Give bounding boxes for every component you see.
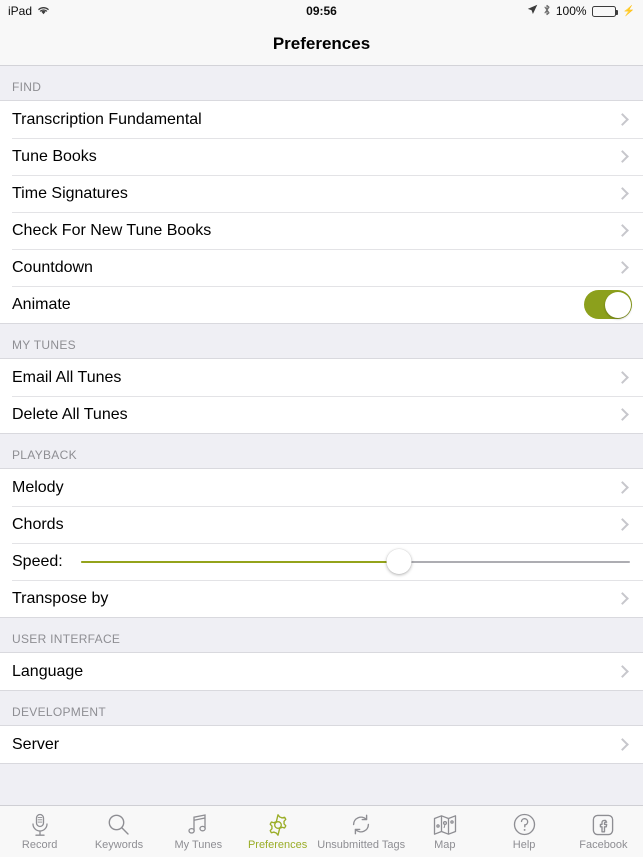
chevron-right-icon <box>616 187 629 200</box>
animate-toggle[interactable] <box>584 290 632 319</box>
chevron-right-icon <box>616 371 629 384</box>
question-circle-icon <box>513 812 536 837</box>
section-header: USER INTERFACE <box>0 618 643 652</box>
status-bar-left: iPad <box>8 4 50 18</box>
map-icon <box>433 812 457 837</box>
status-bar: iPad 09:56 100% ⚡ <box>0 0 643 22</box>
settings-row[interactable]: Countdown <box>0 249 643 286</box>
section-header: MY TUNES <box>0 324 643 358</box>
settings-row[interactable]: Time Signatures <box>0 175 643 212</box>
tab-help[interactable]: Help <box>484 806 563 857</box>
settings-row[interactable]: Transpose by <box>0 580 643 617</box>
chevron-right-icon <box>616 408 629 421</box>
settings-group: Melody Chords Speed: Transpose by <box>0 468 643 618</box>
settings-row-label: Transpose by <box>12 589 109 607</box>
navigation-bar: Preferences <box>0 22 643 66</box>
page-title: Preferences <box>272 33 371 53</box>
chevron-right-icon <box>616 224 629 237</box>
device-name: iPad <box>8 4 33 18</box>
tab-keywords[interactable]: Keywords <box>79 806 158 857</box>
section-header: PLAYBACK <box>0 434 643 468</box>
tab-bar[interactable]: Record Keywords My Tunes Preferences Uns… <box>0 805 643 857</box>
toggle-knob <box>604 291 631 318</box>
settings-row-label: Transcription Fundamental <box>12 110 202 128</box>
settings-row[interactable]: Animate <box>0 286 643 323</box>
tab-label: Map <box>434 839 456 851</box>
facebook-icon <box>592 812 614 837</box>
slider-fill <box>80 560 400 563</box>
chevron-right-icon <box>616 592 629 605</box>
tab-unsubmitted-tags[interactable]: Unsubmitted Tags <box>317 806 405 857</box>
section-header: FIND <box>0 66 643 100</box>
settings-row-label: Check For New Tune Books <box>12 221 212 239</box>
chevron-right-icon <box>616 261 629 274</box>
tab-label: Preferences <box>247 839 308 851</box>
chevron-right-icon <box>616 113 629 126</box>
lightning-bolt-icon: ⚡ <box>622 5 635 17</box>
settings-group: Transcription Fundamental Tune Books Time … <box>0 100 643 324</box>
settings-row[interactable]: Chords <box>0 506 643 543</box>
tab-my-tunes[interactable]: My Tunes <box>159 806 238 857</box>
settings-group: Email All Tunes Delete All Tunes <box>0 358 643 434</box>
gear-icon <box>266 812 290 837</box>
chevron-right-icon <box>616 518 629 531</box>
settings-row[interactable]: Check For New Tune Books <box>0 212 643 249</box>
settings-row[interactable]: Speed: <box>0 543 643 580</box>
chevron-right-icon <box>616 738 629 751</box>
tab-record[interactable]: Record <box>0 806 79 857</box>
settings-list[interactable]: FIND Transcription Fundamental Tune Books T… <box>0 66 643 805</box>
settings-row[interactable]: Melody <box>0 469 643 506</box>
settings-row-label: Email All Tunes <box>12 368 122 386</box>
battery-full-icon <box>591 5 618 17</box>
settings-group: Server <box>0 725 643 764</box>
bluetooth-icon <box>543 4 551 19</box>
settings-row[interactable]: Transcription Fundamental <box>0 101 643 138</box>
speed-slider[interactable] <box>80 547 630 576</box>
chevron-right-icon <box>616 481 629 494</box>
sync-icon <box>350 812 372 837</box>
settings-row[interactable]: Email All Tunes <box>0 359 643 396</box>
settings-row-label: Countdown <box>12 258 93 276</box>
settings-row[interactable]: Server <box>0 726 643 763</box>
music-note-icon <box>187 812 209 837</box>
microphone-icon <box>29 812 51 837</box>
settings-row-label: Chords <box>12 515 64 533</box>
tab-label: Record <box>21 839 58 851</box>
settings-group: Language <box>0 652 643 691</box>
tab-label: Help <box>512 839 536 851</box>
settings-row-label: Speed: <box>12 552 63 570</box>
settings-row-label: Melody <box>12 478 64 496</box>
app-screen: iPad 09:56 100% ⚡ Preferences FIND Trans… <box>0 0 643 857</box>
chevron-right-icon <box>616 150 629 163</box>
chevron-right-icon <box>616 665 629 678</box>
settings-row[interactable]: Language <box>0 653 643 690</box>
slider-thumb[interactable] <box>386 549 412 574</box>
tab-label: My Tunes <box>174 839 223 851</box>
tab-facebook[interactable]: Facebook <box>564 806 643 857</box>
tab-map[interactable]: Map <box>405 806 484 857</box>
tab-label: Facebook <box>579 839 628 851</box>
settings-row[interactable]: Tune Books <box>0 138 643 175</box>
location-arrow-icon <box>527 4 538 18</box>
settings-row-label: Delete All Tunes <box>12 405 128 423</box>
tab-label: Unsubmitted Tags <box>317 839 406 851</box>
battery-percent-label: 100% <box>555 4 587 18</box>
tab-preferences[interactable]: Preferences <box>238 806 317 857</box>
tab-label: Keywords <box>94 839 144 851</box>
wifi-icon <box>37 4 50 18</box>
section-header: DEVELOPMENT <box>0 691 643 725</box>
settings-row-label: Server <box>12 735 60 753</box>
settings-row-label: Time Signatures <box>12 184 128 202</box>
status-bar-right: 100% ⚡ <box>527 4 635 19</box>
settings-row-label: Tune Books <box>12 147 97 165</box>
settings-row-label: Animate <box>12 295 71 313</box>
settings-row[interactable]: Delete All Tunes <box>0 396 643 433</box>
search-icon <box>107 812 130 837</box>
settings-row-label: Language <box>12 662 84 680</box>
